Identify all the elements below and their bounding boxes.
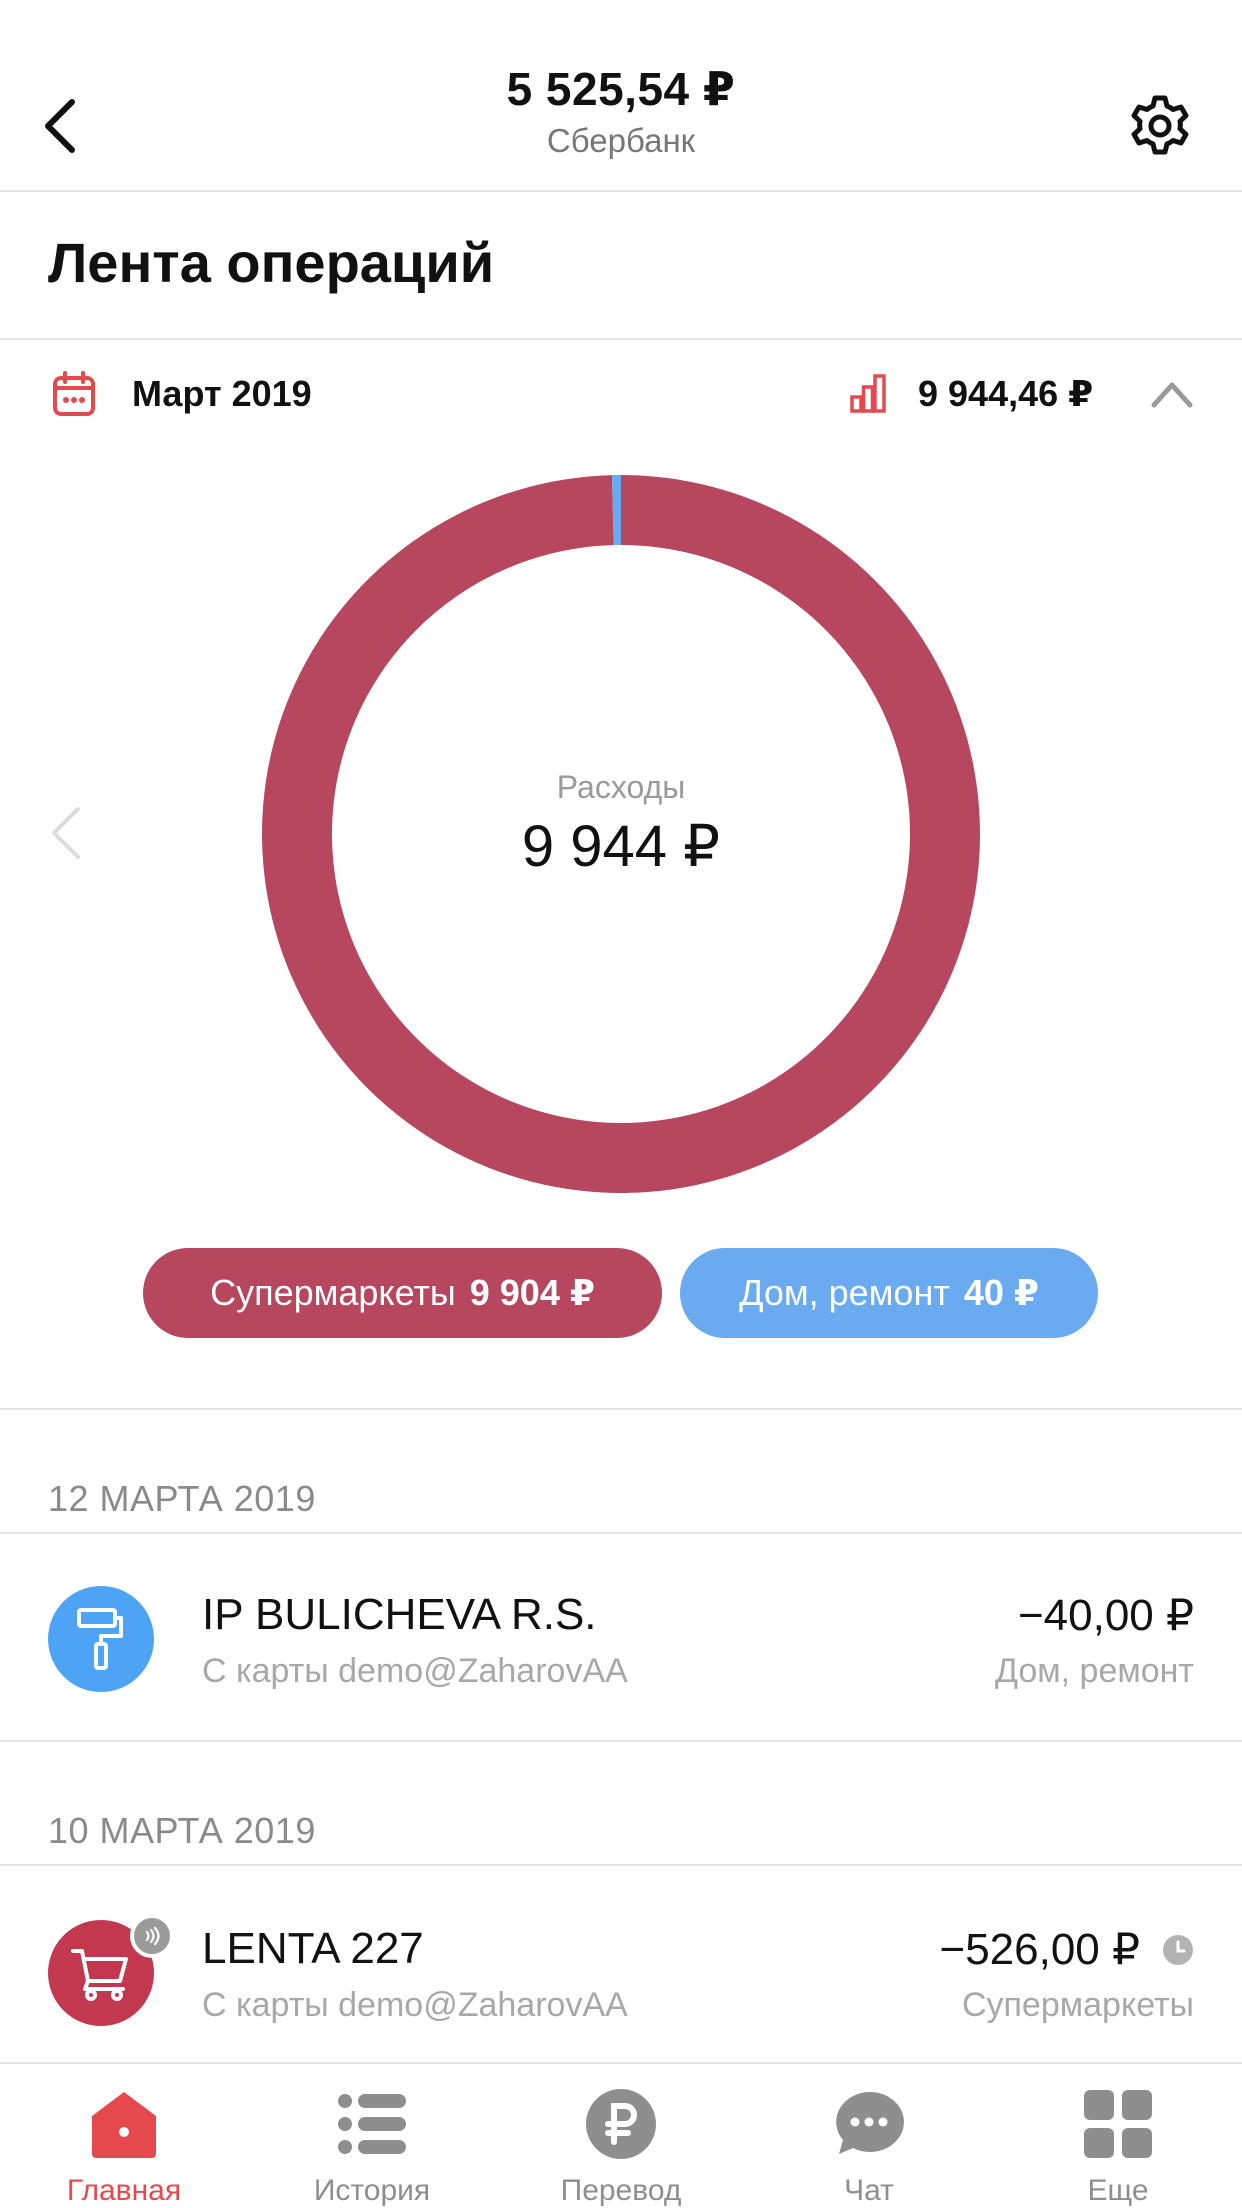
calendar-icon (53, 371, 95, 416)
tab-label: История (313, 2174, 431, 2207)
shopping-cart-icon (71, 1949, 128, 2001)
legend-pill-value: 9 904 ₽ (469, 1272, 595, 1313)
page-title: Лента операций (48, 231, 495, 294)
chevron-up-icon[interactable] (1150, 375, 1194, 411)
tab-label: Главная (66, 2174, 182, 2207)
bar-chart-icon[interactable] (850, 373, 886, 413)
tab-chat[interactable]: Чат (745, 2064, 993, 2208)
account-summary: 5 525,54 ₽ Сбербанк (0, 62, 1242, 160)
divider (0, 1532, 1242, 1534)
tab-label: Еще (1087, 2174, 1149, 2207)
period-selector[interactable]: Март 2019 9 944,46 ₽ (0, 355, 1242, 435)
settings-button[interactable] (1126, 92, 1194, 160)
grid-icon (1084, 2090, 1152, 2158)
tab-history[interactable]: История (248, 2064, 496, 2208)
tab-label: Чат (844, 2174, 894, 2207)
operation-amount: −40,00 ₽ (1017, 1591, 1194, 1640)
clock-icon (1163, 1935, 1193, 1965)
operation-title: IP BULICHEVA R.S. (202, 1590, 597, 1639)
home-icon (92, 2092, 156, 2158)
operation-category: Супермаркеты (961, 1986, 1194, 2024)
legend-pill-value: 40 ₽ (963, 1272, 1039, 1313)
list-icon (338, 2094, 406, 2154)
tab-home[interactable]: Главная (0, 2064, 248, 2208)
chat-icon (836, 2091, 904, 2154)
legend-pill-label: Дом, ремонт (739, 1272, 950, 1313)
gear-icon (1131, 95, 1189, 155)
operation-amount: −526,00 ₽ (939, 1925, 1141, 1974)
divider (0, 1408, 1242, 1410)
account-balance: 5 525,54 ₽ (506, 63, 736, 115)
legend-pill-home-repair[interactable]: Дом, ремонт 40 ₽ (680, 1248, 1098, 1338)
operation-row[interactable]: IP BULICHEVA R.S. С карты demo@ZaharovAA… (0, 1566, 1242, 1712)
month-label: Март 2019 (132, 373, 312, 414)
operation-source: С карты demo@ZaharovAA (202, 1986, 628, 2024)
tab-transfer[interactable]: Перевод (497, 2064, 745, 2208)
bank-name: Сбербанк (546, 122, 696, 159)
top-header: 5 525,54 ₽ Сбербанк (0, 0, 1242, 192)
legend-pill-supermarkets[interactable]: Супермаркеты 9 904 ₽ (143, 1248, 662, 1338)
month-total: 9 944,46 ₽ (918, 373, 1094, 414)
contactless-icon (145, 1926, 160, 1946)
operation-category: Дом, ремонт (994, 1652, 1194, 1690)
contactless-badge (130, 1914, 174, 1958)
operation-source: С карты demo@ZaharovAA (202, 1652, 628, 1690)
chart-center-label: Расходы (556, 768, 686, 805)
divider (0, 1740, 1242, 1742)
operation-category-icon (48, 1586, 154, 1692)
tab-more[interactable]: Еще (994, 2064, 1242, 2208)
ruble-icon (586, 2089, 656, 2159)
date-header: 10 МАРТА 2019 (48, 1810, 316, 1851)
divider (0, 338, 1242, 340)
legend-pill-label: Супермаркеты (210, 1272, 456, 1313)
tab-label: Перевод (560, 2174, 682, 2207)
chevron-left-icon[interactable] (48, 805, 84, 861)
bottom-tab-bar: Главная История Перевод Чат Еще (0, 2062, 1242, 2208)
category-legend: Супермаркеты 9 904 ₽ Дом, ремонт 40 ₽ (0, 1248, 1242, 1338)
paint-roller-icon (77, 1608, 123, 1670)
date-header: 12 МАРТА 2019 (48, 1478, 316, 1519)
chart-center: Расходы 9 944 ₽ (262, 475, 980, 1193)
chart-center-value: 9 944 ₽ (521, 813, 721, 879)
divider (0, 1864, 1242, 1866)
operation-row[interactable]: LENTA 227 С карты demo@ZaharovAA −526,00… (0, 1900, 1242, 2046)
operation-title: LENTA 227 (202, 1924, 424, 1973)
